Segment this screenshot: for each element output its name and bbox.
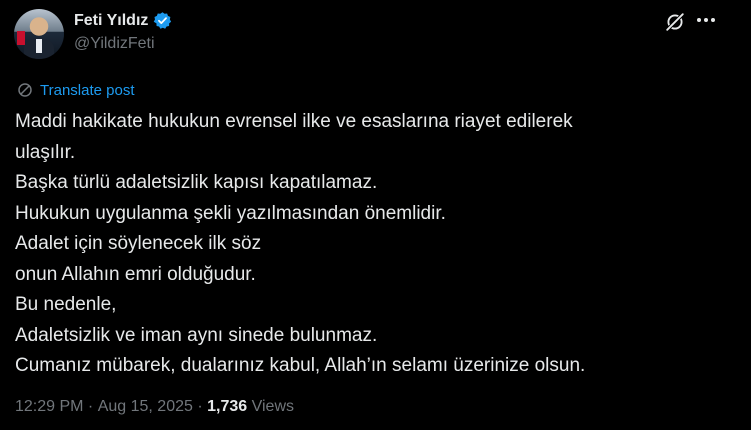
translate-icon xyxy=(18,83,32,97)
author-name-row[interactable]: Feti Yıldız xyxy=(74,11,172,30)
translate-link[interactable]: Translate post xyxy=(16,81,135,99)
views-count[interactable]: 1,736 xyxy=(207,398,247,416)
post-line: onun Allahın emri olduğudur. xyxy=(15,263,256,285)
post-line: Cumanız mübarek, dualarınız kabul, Allah… xyxy=(15,355,586,376)
post-line: Başka türlü adaletsizlik kapısı kapatıla… xyxy=(15,172,378,193)
avatar-shirt xyxy=(36,39,42,53)
author-name[interactable]: Feti Yıldız xyxy=(74,12,148,30)
author-handle[interactable]: @YildizFeti xyxy=(74,35,155,53)
post-line: Maddi hakikate hukukun evrensel ilke ve … xyxy=(15,111,573,132)
post-line: Bu nedenle, xyxy=(15,294,117,315)
post-line: Hukukun uygulanma şekli yazılmasından ön… xyxy=(15,202,446,224)
meta-separator: · xyxy=(83,398,98,415)
post-date[interactable]: Aug 15, 2025 xyxy=(98,398,193,416)
avatar[interactable] xyxy=(14,9,64,59)
grok-icon[interactable] xyxy=(664,11,686,33)
verified-badge-icon xyxy=(154,12,172,29)
post-meta: 12:29 PM · Aug 15, 2025 · 1,736 Views xyxy=(15,398,294,416)
post-time[interactable]: 12:29 PM xyxy=(15,398,83,416)
views-label: Views xyxy=(247,398,295,415)
meta-separator-2: · xyxy=(192,398,208,415)
post-text: Maddi hakikate hukukun evrensel ilke ve … xyxy=(15,107,735,382)
flag-decoration xyxy=(17,31,25,45)
translate-label[interactable]: Translate post xyxy=(40,82,135,99)
post-line: Adaletsizlik ve iman aynı sinede bulunma… xyxy=(15,324,378,346)
post-line: ulaşılır. xyxy=(15,141,76,163)
post-line: Adalet için söylenecek ilk söz xyxy=(15,233,262,254)
more-options-icon[interactable] xyxy=(697,18,715,22)
